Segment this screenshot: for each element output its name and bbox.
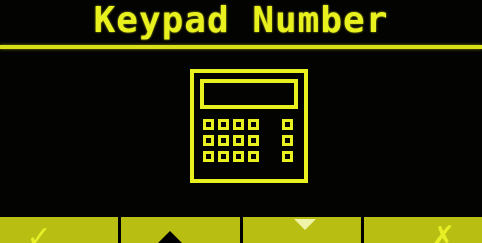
lcd-screen: Keypad Number ✓ ✗	[0, 0, 482, 243]
page-title: Keypad Number	[93, 0, 389, 41]
keypad-buttons	[203, 119, 293, 162]
title-divider	[0, 45, 482, 49]
down-button[interactable]	[242, 217, 361, 243]
cancel-button[interactable]: ✗	[363, 217, 482, 243]
check-icon: ✓	[26, 220, 52, 243]
up-button[interactable]	[121, 217, 240, 243]
up-arrow-icon	[158, 231, 183, 243]
confirm-button[interactable]: ✓	[0, 217, 119, 243]
softkey-bar: ✓ ✗	[0, 217, 482, 243]
close-icon: ✗	[430, 220, 456, 243]
calculator-keypad-icon	[190, 69, 308, 183]
down-arrow-icon	[293, 219, 316, 230]
